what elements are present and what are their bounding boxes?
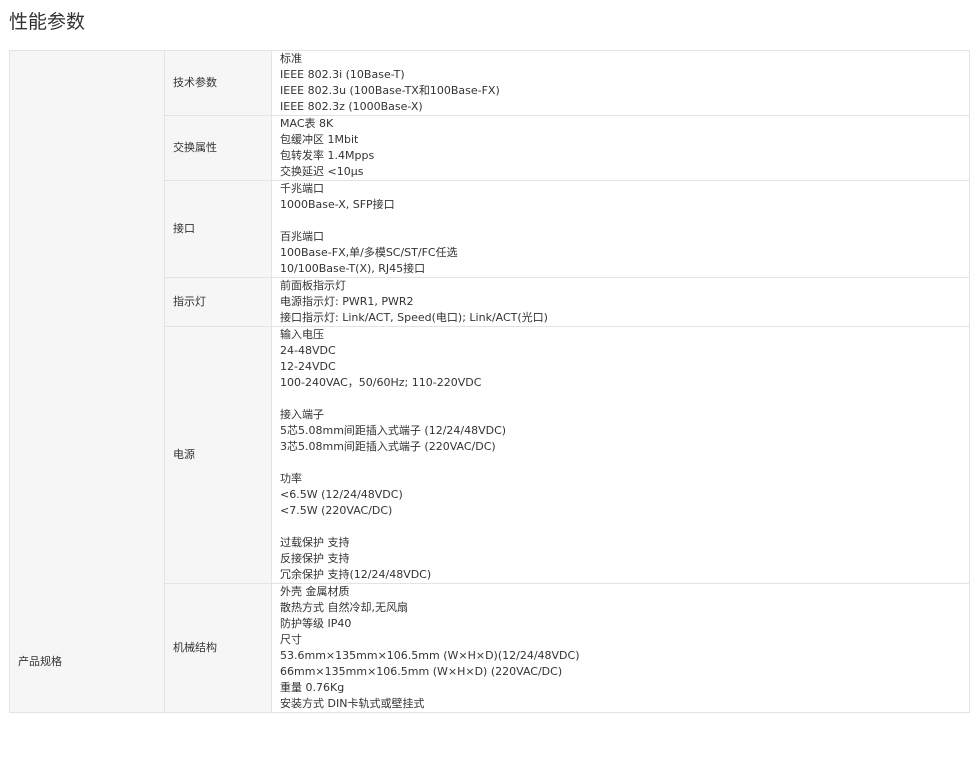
value-line: 100Base-FX,单/多模SC/ST/FC任选	[280, 246, 458, 259]
value-line: 交换延迟 <10μs	[280, 165, 364, 178]
value-line: 散热方式 自然冷却,无风扇	[280, 601, 408, 614]
value-line: 外壳 金属材质	[280, 585, 350, 598]
value-line: 冗余保护 支持(12/24/48VDC)	[280, 568, 432, 581]
value-line: 53.6mm×135mm×106.5mm (W×H×D)(12/24/48VDC…	[280, 649, 580, 662]
value-line: 12-24VDC	[280, 360, 336, 373]
spacer-line	[280, 519, 961, 535]
value-line: 标准	[280, 52, 302, 65]
value-line: IEEE 802.3z (1000Base-X)	[280, 100, 423, 113]
row-label-cell: 机械结构	[164, 583, 272, 713]
row-value-cell: 前面板指示灯电源指示灯: PWR1, PWR2 接口指示灯: Link/ACT, …	[271, 277, 970, 327]
row-label: 交换属性	[173, 141, 217, 154]
value-line: 功率	[280, 472, 302, 485]
spec-table-body: 产品规格 技术参数 标准 IEEE 802.3i (10Base-T) IEEE 8…	[9, 50, 970, 713]
row-label-cell: 接口	[164, 180, 272, 278]
value-line: <7.5W (220VAC/DC)	[280, 504, 393, 517]
page-title: 性能参数	[9, 11, 86, 33]
row-value-cell: MAC表 8K 包缓冲区 1Mbit 包转发率 1.4Mpps 交换延迟 <10μs	[271, 115, 970, 181]
value-line: 反接保护 支持	[280, 552, 350, 565]
value-line: 防护等级 IP40	[280, 617, 352, 630]
row-label: 电源	[173, 448, 195, 461]
spacer-line	[280, 391, 961, 407]
row-label-cell: 指示灯	[164, 277, 272, 327]
value-line: 5芯5.08mm间距插入式端子 (12/24/48VDC)	[280, 424, 507, 437]
row-label-cell: 技术参数	[164, 50, 272, 116]
row-label: 技术参数	[173, 76, 217, 89]
row-label-cell: 交换属性	[164, 115, 272, 181]
value-line: 24-48VDC	[280, 344, 336, 357]
value-line: 100-240VAC，50/60Hz; 110-220VDC	[280, 376, 482, 389]
value-line: 电源指示灯: PWR1, PWR2	[280, 295, 414, 308]
value-line: 1000Base-X, SFP接口	[280, 198, 395, 211]
value-line: 前面板指示灯	[280, 279, 346, 292]
row-value-cell: 输入电压 24-48VDC 12-24VDC 100-240VAC，50/60Hz; …	[271, 326, 970, 584]
spec-table: 产品规格 技术参数 标准 IEEE 802.3i (10Base-T) IEEE 8…	[9, 50, 970, 713]
value-line: 重量 0.76Kg	[280, 681, 345, 694]
value-line: 接入端子	[280, 408, 324, 421]
value-line: <6.5W (12/24/48VDC)	[280, 488, 403, 501]
value-line: 10/100Base-T(X), RJ45接口	[280, 262, 426, 275]
value-line: 千兆端口	[280, 182, 324, 195]
row-label-cell: 电源	[164, 326, 272, 584]
value-line: 66mm×135mm×106.5mm (W×H×D) (220VAC/DC)	[280, 665, 563, 678]
row-label: 指示灯	[173, 295, 206, 308]
row-label: 接口	[173, 222, 195, 235]
category-cell: 产品规格	[9, 50, 165, 713]
value-line: 接口指示灯: Link/ACT, Speed(电口); Link/ACT(光口)	[280, 311, 548, 324]
value-line: 输入电压	[280, 328, 324, 341]
value-line: IEEE 802.3u (100Base-TX和100Base-FX)	[280, 84, 500, 97]
value-line: IEEE 802.3i (10Base-T)	[280, 68, 405, 81]
row-value-cell: 标准 IEEE 802.3i (10Base-T) IEEE 802.3u (100…	[271, 50, 970, 116]
category-label: 产品规格	[18, 654, 62, 668]
value-line: 3芯5.08mm间距插入式端子 (220VAC/DC)	[280, 440, 496, 453]
row-label: 机械结构	[173, 641, 217, 654]
value-line: 尺寸	[280, 633, 302, 646]
spacer-line	[280, 455, 961, 471]
value-line: 包缓冲区 1Mbit	[280, 133, 359, 146]
value-line: MAC表 8K	[280, 117, 334, 130]
row-value-cell: 外壳 金属材质散热方式 自然冷却,无风扇 防护等级 IP40 尺寸 53.6mm×13…	[271, 583, 970, 713]
table-row: 产品规格 技术参数 标准 IEEE 802.3i (10Base-T) IEEE 8…	[9, 50, 970, 713]
row-value-cell: 千兆端口 1000Base-X, SFP接口 百兆端口 100Base-FX,单/多模…	[271, 180, 970, 278]
value-line: 安装方式 DIN卡轨式或壁挂式	[280, 697, 425, 710]
spacer-line	[280, 213, 961, 229]
value-line: 过载保护 支持	[280, 536, 350, 549]
value-line: 包转发率 1.4Mpps	[280, 149, 375, 162]
value-line: 百兆端口	[280, 230, 324, 243]
